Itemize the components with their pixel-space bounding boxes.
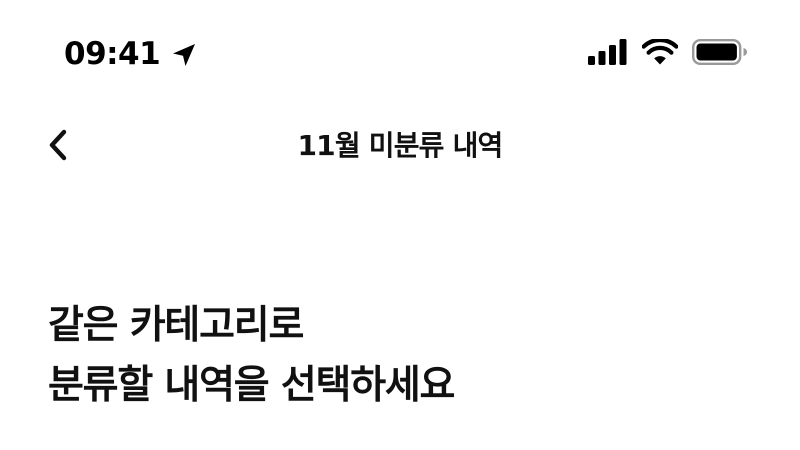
status-time-group: 09:41 (64, 34, 198, 74)
status-bar: 09:41 (0, 0, 800, 100)
heading-line-2: 분류할 내역을 선택하세요 (48, 363, 455, 408)
cellular-signal-icon (588, 39, 628, 69)
status-time: 09:41 (64, 36, 161, 72)
page-title: 11월 미분류 내역 (297, 129, 503, 162)
heading-line-1: 같은 카테고리로 (48, 303, 304, 348)
battery-icon (692, 39, 748, 69)
location-arrow-icon (170, 41, 198, 69)
status-icons (588, 37, 748, 70)
instruction-heading: 같은 카테고리로 분류할 내역을 선택하세요 (48, 296, 768, 416)
wifi-icon (641, 37, 679, 69)
nav-header: 11월 미분류 내역 (0, 118, 800, 170)
